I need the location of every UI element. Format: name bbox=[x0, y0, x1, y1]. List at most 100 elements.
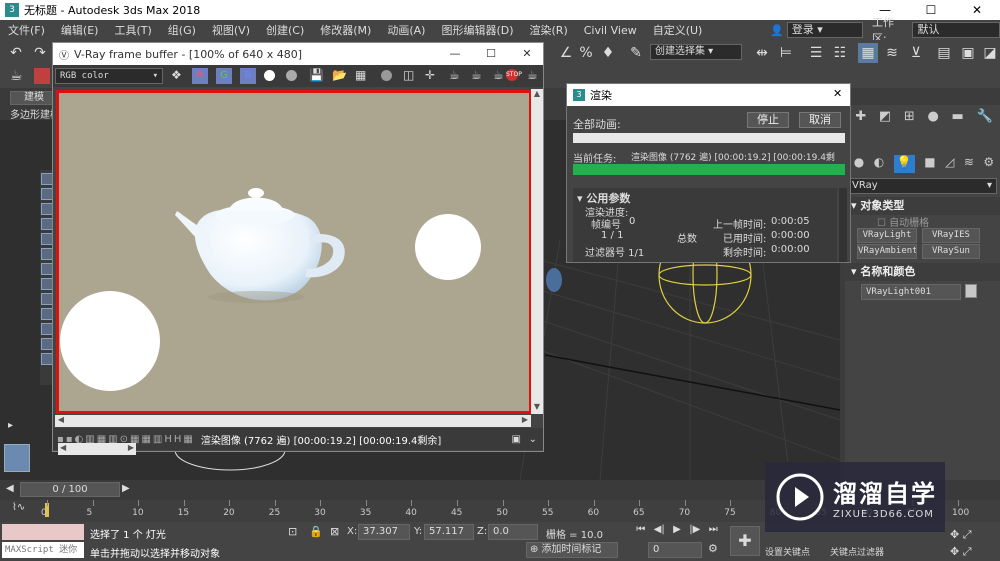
renderer-dropdown[interactable]: VRay ▾ bbox=[847, 178, 997, 194]
blue-channel-button[interactable]: B bbox=[240, 68, 256, 84]
name-color-header[interactable]: ▾ 名称和颜色 bbox=[845, 263, 1000, 281]
vfb-channel-dropdown[interactable]: RGB color ▾ bbox=[55, 68, 163, 84]
edit-named-selection-icon[interactable]: ✎ bbox=[626, 43, 646, 63]
x-coordinate-field[interactable]: 37.307 bbox=[358, 524, 410, 540]
teapot-icon[interactable]: ☕ bbox=[10, 68, 23, 84]
toggle-ribbon-icon[interactable]: ▦ bbox=[858, 43, 878, 63]
cameras-icon[interactable]: ■ bbox=[924, 155, 935, 173]
time-slider-prev-icon[interactable]: ◀ bbox=[6, 483, 14, 494]
render-dialog-scrollbar[interactable] bbox=[839, 188, 847, 262]
prev-frame-icon[interactable]: ◀| bbox=[654, 524, 665, 540]
geometry-icon[interactable]: ● bbox=[854, 155, 864, 173]
follow-mouse-icon[interactable] bbox=[381, 70, 392, 81]
time-slider-thumb[interactable]: 0 / 100 bbox=[20, 482, 120, 497]
viewport-slider[interactable]: ◀ ▶ bbox=[58, 443, 136, 455]
object-color-swatch[interactable] bbox=[965, 284, 977, 298]
key-filters-label[interactable]: 关键点过滤器 bbox=[830, 545, 884, 558]
material-editor-icon[interactable]: ▤ bbox=[934, 43, 954, 63]
menu-customize[interactable]: 自定义(U) bbox=[645, 22, 711, 38]
z-coordinate-field[interactable]: 0.0 bbox=[488, 524, 538, 540]
modify-tab-icon[interactable]: ◩ bbox=[879, 109, 891, 129]
undo-icon[interactable]: ↶ bbox=[6, 43, 26, 63]
render-frame-icon[interactable] bbox=[34, 68, 50, 84]
alpha-channel-icon[interactable] bbox=[264, 70, 275, 81]
time-slider-next-icon[interactable]: ▶ bbox=[122, 483, 130, 494]
absolute-mode-icon[interactable]: ⊠ bbox=[330, 525, 339, 538]
y-coordinate-field[interactable]: 57.117 bbox=[424, 524, 474, 540]
vfb-minimize-button[interactable]: — bbox=[437, 43, 473, 65]
curve-editor-icon[interactable]: ≋ bbox=[882, 43, 902, 63]
utilities-tab-icon[interactable]: 🔧 bbox=[976, 109, 992, 129]
load-image-icon[interactable]: 📂 bbox=[332, 68, 347, 82]
scroll-arrow-icon[interactable]: ▸ bbox=[8, 420, 13, 431]
menu-view[interactable]: 视图(V) bbox=[204, 22, 258, 38]
vfb-horizontal-scrollbar[interactable]: ◀ ▶ bbox=[55, 415, 531, 427]
color-balance-icon[interactable]: ❖ bbox=[171, 68, 182, 82]
object-type-header[interactable]: ▾ 对象类型 bbox=[845, 197, 1000, 215]
render-dialog-close-button[interactable]: ✕ bbox=[833, 87, 842, 100]
helpers-icon[interactable]: ◿ bbox=[945, 155, 954, 173]
mini-curve-editor-icon[interactable]: ⌇∿ bbox=[12, 502, 25, 513]
scroll-right-icon[interactable]: ▶ bbox=[519, 415, 531, 427]
menu-civil-view[interactable]: Civil View bbox=[576, 24, 645, 37]
menu-graph-editors[interactable]: 图形编辑器(D) bbox=[433, 22, 521, 38]
align-icon[interactable]: ⊨ bbox=[776, 43, 796, 63]
track-mouse-icon[interactable]: ◫ bbox=[403, 68, 414, 82]
scroll-left-icon[interactable]: ◀ bbox=[55, 415, 67, 427]
render-setup-icon[interactable]: ▣ bbox=[958, 43, 978, 63]
render-icon[interactable]: ◪ bbox=[980, 43, 1000, 63]
vraylight-button[interactable]: VRayLight bbox=[857, 228, 917, 243]
maximize-button[interactable]: ☐ bbox=[908, 0, 954, 20]
spacewarps-icon[interactable]: ≋ bbox=[964, 155, 974, 173]
login-dropdown[interactable]: 登录 ▾ bbox=[786, 22, 863, 38]
vfb-status-settings-icon[interactable]: ▣ bbox=[512, 434, 521, 445]
object-name-field[interactable]: VRayLight001 bbox=[861, 284, 961, 300]
motion-tab-icon[interactable]: ● bbox=[927, 109, 938, 129]
menu-rendering[interactable]: 渲染(R) bbox=[522, 22, 576, 38]
schematic-view-icon[interactable]: ⊻ bbox=[906, 43, 926, 63]
maxscript-listener-top[interactable] bbox=[2, 524, 84, 540]
display-tab-icon[interactable]: ▬ bbox=[951, 109, 963, 129]
scroll-up-icon[interactable]: ▲ bbox=[531, 89, 543, 101]
lights-icon[interactable]: 💡 bbox=[893, 155, 915, 173]
menu-animation[interactable]: 动画(A) bbox=[379, 22, 433, 38]
set-key-label[interactable]: 设置关键点 bbox=[765, 545, 810, 558]
slider-right-icon[interactable]: ▶ bbox=[128, 443, 134, 452]
pause-button[interactable]: 停止 bbox=[747, 112, 789, 128]
close-button[interactable]: ✕ bbox=[954, 0, 1000, 20]
menu-group[interactable]: 组(G) bbox=[160, 22, 204, 38]
play-icon[interactable]: ▶ bbox=[673, 524, 681, 540]
vfb-maximize-button[interactable]: ☐ bbox=[473, 43, 509, 65]
workspace-dropdown[interactable]: 默认 bbox=[912, 22, 1000, 38]
menu-modifiers[interactable]: 修改器(M) bbox=[312, 22, 379, 38]
autogrid-checkbox[interactable]: ☐ 自动栅格 bbox=[877, 214, 929, 229]
vfb-close-button[interactable]: ✕ bbox=[509, 43, 545, 65]
hierarchy-tab-icon[interactable]: ⊞ bbox=[904, 109, 915, 129]
maxscript-mini-listener[interactable]: MAXScript 迷你 bbox=[2, 542, 84, 558]
ribbon-tab-modeling[interactable]: 建模 bbox=[10, 91, 58, 105]
add-time-tag-button[interactable]: ⊕ 添加时间标记 bbox=[526, 542, 618, 558]
vfb-vertical-scrollbar[interactable]: ▲ ▼ bbox=[531, 89, 543, 414]
scroll-down-icon[interactable]: ▼ bbox=[531, 402, 543, 414]
cancel-button[interactable]: 取消 bbox=[799, 112, 841, 128]
menu-create[interactable]: 创建(C) bbox=[258, 22, 312, 38]
redo-icon[interactable]: ↷ bbox=[30, 43, 50, 63]
snap-toggle-icon[interactable]: ∠ bbox=[556, 43, 576, 63]
red-channel-button[interactable]: R bbox=[192, 68, 208, 84]
mono-channel-icon[interactable] bbox=[286, 70, 297, 81]
create-tab-icon[interactable]: ✚ bbox=[855, 109, 866, 129]
current-frame-field[interactable]: 0 bbox=[648, 542, 702, 558]
ipr-icon[interactable]: ☕ bbox=[449, 68, 460, 82]
time-config-icon[interactable]: ⚙ bbox=[708, 542, 718, 555]
layer-explorer-icon[interactable]: ☷ bbox=[830, 43, 850, 63]
vrayambientlight-button[interactable]: VRayAmbientLight bbox=[857, 244, 917, 259]
menu-file[interactable]: 文件(F) bbox=[0, 22, 53, 38]
vrayies-button[interactable]: VRayIES bbox=[922, 228, 980, 243]
green-channel-button[interactable]: G bbox=[216, 68, 232, 84]
selection-lock-icon[interactable]: 🔒 bbox=[309, 525, 323, 538]
menu-edit[interactable]: 编辑(E) bbox=[53, 22, 107, 38]
set-key-icon[interactable]: ✚ bbox=[730, 526, 760, 556]
viewport-nav-cube[interactable] bbox=[4, 444, 30, 472]
mirror-icon[interactable]: ⇹ bbox=[752, 43, 772, 63]
spinner-snap-icon[interactable]: ♦ bbox=[598, 43, 618, 63]
